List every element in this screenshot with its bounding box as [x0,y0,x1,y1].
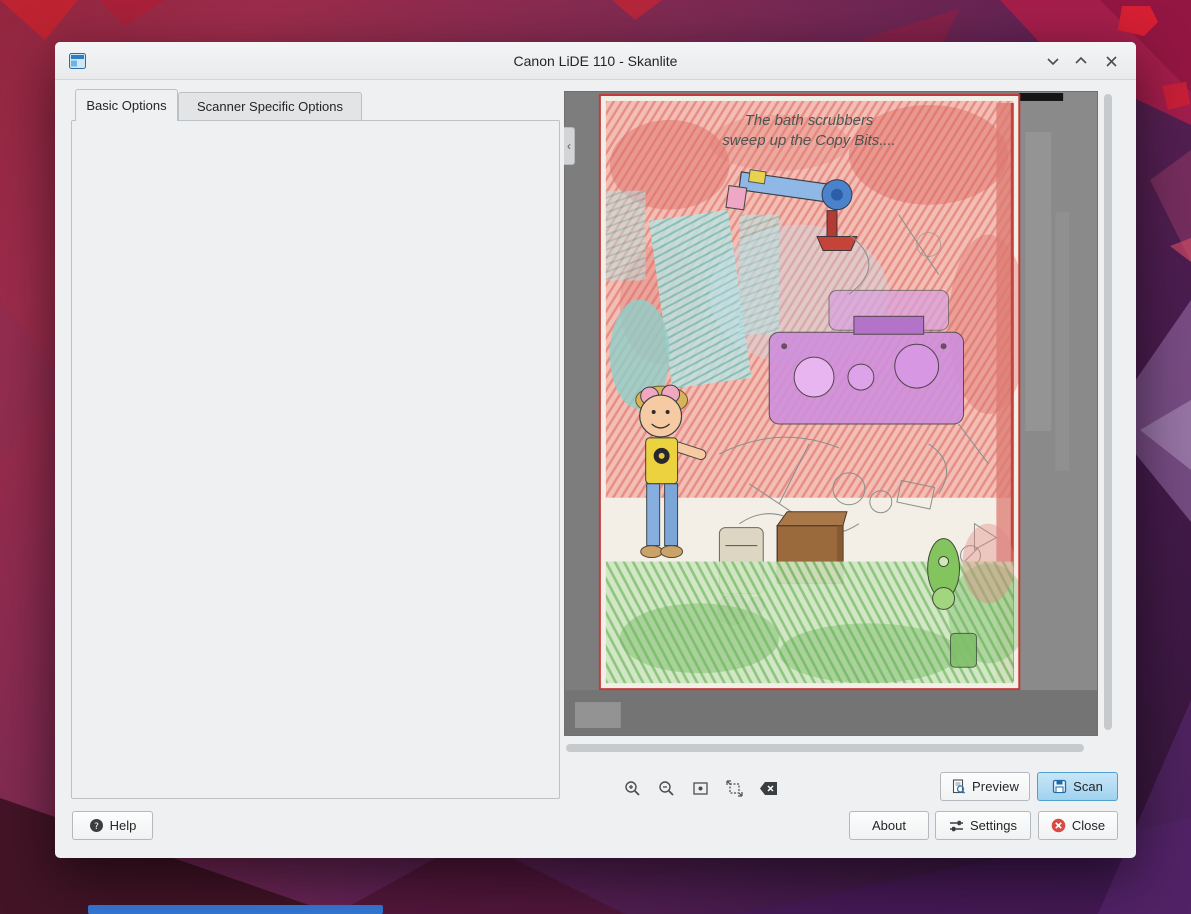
basic-options-panel [71,120,560,799]
zoom-out-button[interactable] [655,777,677,799]
skanlite-window: Canon LiDE 110 - Skanlite Basic Options … [55,42,1136,858]
titlebar[interactable]: Canon LiDE 110 - Skanlite [55,42,1136,80]
about-button[interactable]: About [849,811,929,840]
scan-button-label: Scan [1073,779,1103,794]
scan-caption-line2: sweep up the Copy Bits.... [722,132,895,149]
close-icon [1051,818,1066,833]
clear-selections-button[interactable] [757,777,779,799]
document-preview-icon [951,779,966,794]
about-button-label: About [872,818,906,833]
scan-button[interactable]: Scan [1037,772,1118,801]
preview-button[interactable]: Preview [940,772,1030,801]
close-button-label: Close [1072,818,1105,833]
tab-basic-options[interactable]: Basic Options [75,89,178,121]
scan-caption-line1: The bath scrubbers [745,112,874,129]
tab-scanner-specific-options[interactable]: Scanner Specific Options [178,92,362,121]
zoom-actual-size-button[interactable] [689,777,711,799]
svg-text:?: ? [94,822,99,832]
preview-button-label: Preview [972,779,1019,794]
preview-horizontal-scrollbar[interactable] [564,742,1098,754]
preview-vertical-scrollbar[interactable] [1102,91,1114,736]
scanned-image: The bath scrubbers sweep up the Copy Bit… [565,92,1097,735]
zoom-fit-button[interactable] [723,777,745,799]
help-button-label: Help [110,818,137,833]
minimize-button[interactable] [1042,51,1064,71]
zoom-in-button[interactable] [621,777,643,799]
settings-button[interactable]: Settings [935,811,1031,840]
settings-sliders-icon [949,819,964,833]
close-window-button[interactable] [1100,51,1122,71]
close-button[interactable]: Close [1038,811,1118,840]
splitter-collapse-handle[interactable]: ‹ [564,127,575,165]
window-title: Canon LiDE 110 - Skanlite [55,42,1136,80]
horizontal-scrollbar-handle[interactable] [566,744,1084,752]
scan-save-icon [1052,779,1067,794]
scan-preview-canvas[interactable]: The bath scrubbers sweep up the Copy Bit… [564,91,1098,736]
help-button[interactable]: ? Help [72,811,153,840]
vertical-scrollbar-handle[interactable] [1104,94,1112,730]
help-icon: ? [89,818,104,833]
settings-button-label: Settings [970,818,1017,833]
maximize-button[interactable] [1070,51,1092,71]
